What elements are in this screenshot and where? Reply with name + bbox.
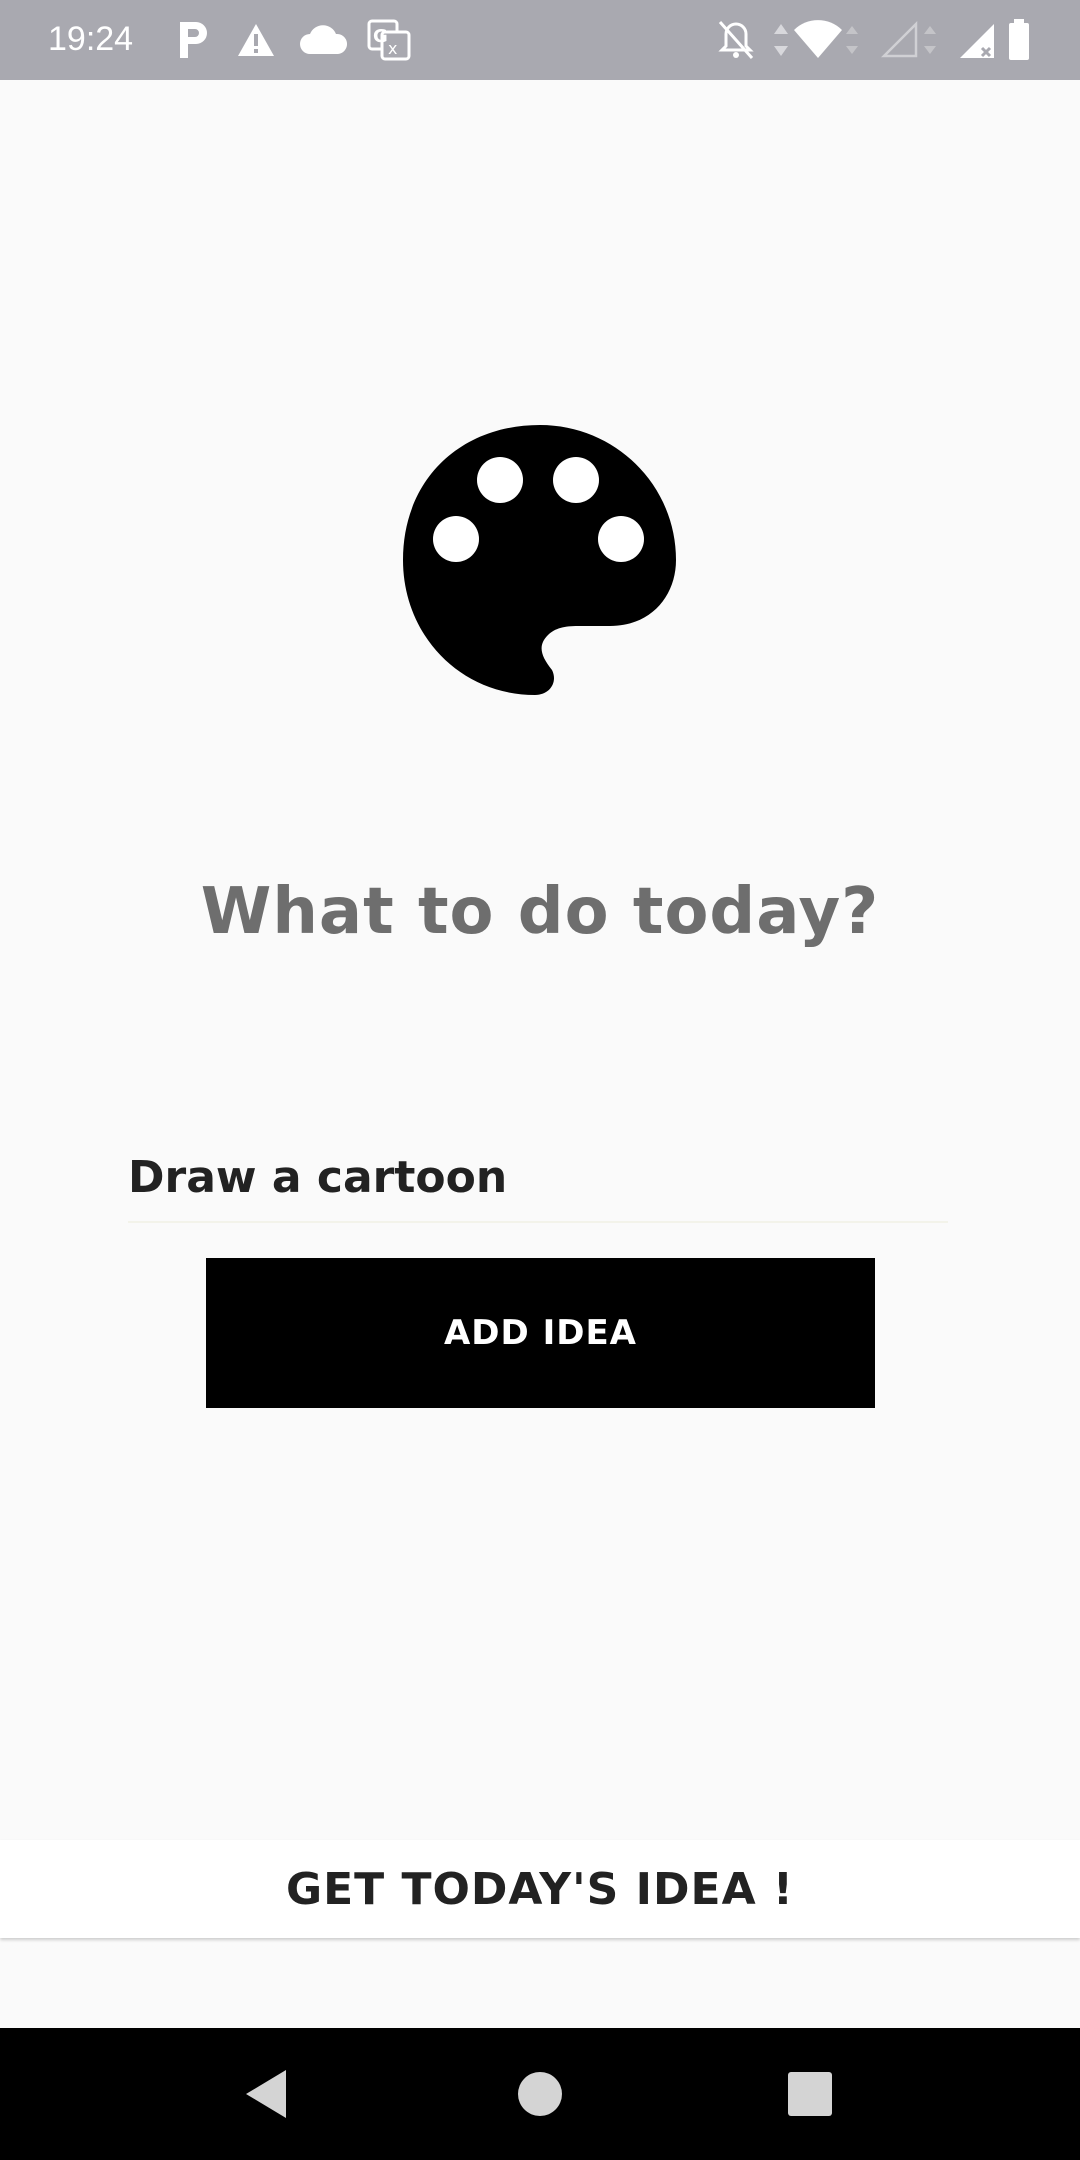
battery-icon [1009,19,1029,60]
cloud-icon [300,25,348,54]
data-arrows-icon [924,26,936,54]
parking-icon [180,22,207,58]
signal-empty-icon [880,20,918,58]
wifi-icon [794,20,842,58]
palette-icon [403,425,676,695]
data-arrows-icon [846,26,858,54]
data-arrows-icon [774,24,788,56]
navigation-bar [0,2028,1080,2160]
back-icon[interactable] [238,2064,298,2124]
recents-icon[interactable] [780,2064,840,2124]
svg-text:x: x [388,39,397,58]
signal-icon [960,24,994,58]
svg-text:G: G [373,26,388,47]
app-content: What to do today? ADD IDEA GET TODAY'S I… [0,80,1080,2028]
idea-input[interactable] [128,1133,948,1223]
add-idea-button[interactable]: ADD IDEA [206,1258,875,1408]
page-title: What to do today? [200,875,880,949]
status-time: 19:24 [48,20,134,58]
get-todays-idea-label: GET TODAY'S IDEA ! [285,1863,794,1915]
status-bar: 19:24 G x [0,0,1080,80]
translate-icon: G x [367,19,411,61]
get-todays-idea-button[interactable]: GET TODAY'S IDEA ! [0,1840,1080,1938]
warning-icon [238,24,274,56]
notifications-off-icon [718,21,754,59]
home-icon[interactable] [510,2064,570,2124]
